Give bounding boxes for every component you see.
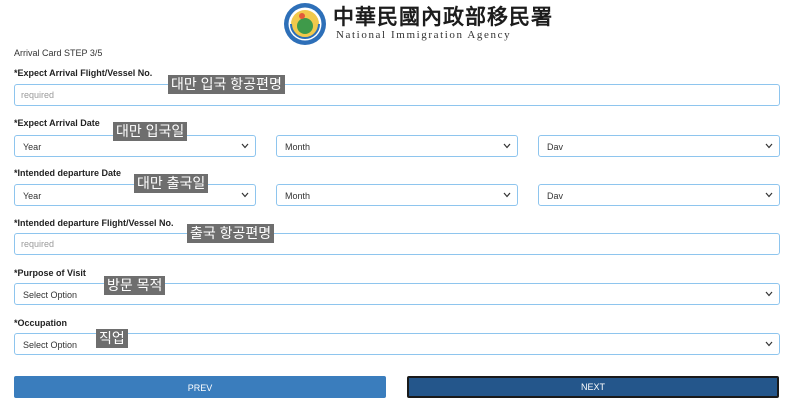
chevron-down-icon [765,192,773,198]
departure-flight-input[interactable] [14,233,780,255]
header: 中華民國內政部移民署 National Immigration Agency [0,0,800,46]
arrival-flight-note: 대만 입국 항공편명 [168,75,285,94]
prev-button[interactable]: PREV [14,376,386,398]
departure-day-select[interactable]: Dav [538,184,780,206]
chevron-down-icon [503,192,511,198]
agency-chinese-name: 中華民國內政部移民署 [333,4,553,29]
arrival-month-select[interactable]: Month [276,135,518,157]
arrival-year-value: Year [23,142,42,152]
arrival-day-select[interactable]: Dav [538,135,780,157]
step-indicator: Arrival Card STEP 3/5 [14,48,103,58]
arrival-date-note: 대만 입국일 [113,122,188,141]
chevron-down-icon [241,143,249,149]
departure-date-note: 대만 출국일 [134,174,209,193]
arrival-flight-label: *Expect Arrival Flight/Vessel No. [14,68,153,78]
occupation-note: 직업 [96,329,128,348]
departure-date-label: *Intended departure Date [14,168,122,178]
chevron-down-icon [503,143,511,149]
purpose-value: Select Option [23,290,78,300]
arrival-day-value: Dav [547,142,564,152]
agency-english-name: National Immigration Agency [336,29,512,41]
purpose-label: *Purpose of Visit [14,268,86,278]
departure-flight-label: *Intended departure Flight/Vessel No. [14,218,174,228]
arrival-date-label: *Expect Arrival Date [14,118,100,128]
next-button[interactable]: NEXT [407,376,779,398]
purpose-note: 방문 목적 [104,276,166,295]
chevron-down-icon [765,143,773,149]
occupation-label: *Occupation [14,318,68,328]
chevron-down-icon [765,341,773,347]
emblem-logo-icon [284,3,326,45]
arrival-flight-input[interactable] [14,84,780,106]
chevron-down-icon [241,192,249,198]
chevron-down-icon [765,291,773,297]
arrival-month-value: Month [285,142,311,152]
departure-flight-note: 출국 항공편명 [187,224,275,243]
occupation-select[interactable]: Select Option [14,333,780,355]
departure-month-select[interactable]: Month [276,184,518,206]
departure-year-value: Year [23,191,42,201]
departure-month-value: Month [285,191,311,201]
departure-day-value: Dav [547,191,564,201]
occupation-value: Select Option [23,340,78,350]
